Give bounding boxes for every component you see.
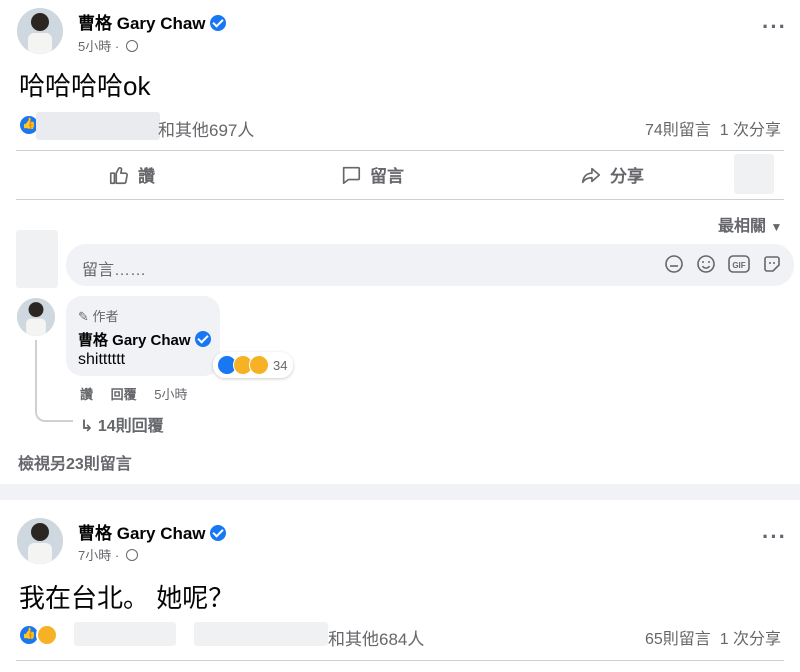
thumbs-up-icon (109, 166, 128, 184)
comment-button[interactable]: 留言 (340, 162, 404, 187)
wow-reaction-icon (249, 355, 269, 375)
author-name-text[interactable]: 曹格 Gary Chaw (78, 14, 206, 33)
redacted-avatar (734, 154, 774, 194)
comments-count[interactable]: 74則留言 (645, 122, 711, 139)
redacted-user-avatar (16, 230, 58, 288)
share-button[interactable]: 分享 (580, 162, 644, 187)
post-text: 我在台北。 她呢？ (19, 583, 235, 613)
author-avatar[interactable] (17, 8, 63, 54)
post-card: 曹格 Gary Chaw 5小時 · ··· 哈哈哈哈ok 和其他697人 74… (0, 0, 800, 484)
comment-reply-button[interactable]: 回覆 (111, 387, 137, 402)
comment-icon (342, 166, 361, 184)
comment-reactions[interactable]: 34 (213, 352, 294, 378)
shares-count[interactable]: 1 次分享 (720, 631, 781, 648)
more-options-icon[interactable]: ··· (762, 524, 787, 550)
comment-bubble: ✎ 作者 曹格 Gary Chaw shitttttt (66, 296, 220, 376)
more-options-icon[interactable]: ··· (762, 14, 787, 40)
care-reaction-icon[interactable] (36, 624, 58, 646)
svg-text:GIF: GIF (732, 261, 745, 270)
pencil-icon: ✎ (78, 309, 89, 324)
author-name[interactable]: 曹格 Gary Chaw (78, 9, 226, 34)
view-more-comments-button[interactable]: 檢視另23則留言 (18, 450, 132, 474)
post-card: 曹格 Gary Chaw 7小時 · ··· 我在台北。 她呢？ 和其他684人… (0, 500, 800, 672)
divider (16, 660, 784, 661)
comment-sort-dropdown[interactable]: 最相關 ▼ (718, 212, 782, 236)
caret-down-icon: ▼ (770, 220, 783, 234)
author-tag-label: 作者 (92, 309, 119, 324)
comment-reactions-count: 34 (273, 357, 288, 373)
share-label: 分享 (610, 167, 644, 186)
comment-label: 留言 (370, 167, 404, 186)
like-button[interactable]: 讚 (108, 162, 155, 187)
globe-icon (125, 40, 138, 52)
post-time[interactable]: 7小時 (78, 548, 111, 563)
author-avatar[interactable] (17, 518, 63, 564)
reaction-summary[interactable]: 和其他684人 (328, 625, 424, 650)
redacted-names (36, 112, 160, 140)
replies-count: 14則回覆 (97, 418, 164, 435)
view-replies-button[interactable]: ↳ 14則回覆 (80, 412, 164, 436)
sticker-face-icon[interactable] (664, 254, 684, 274)
comment-author-text[interactable]: 曹格 Gary Chaw (78, 332, 191, 349)
comment-text: shitttttt (78, 351, 126, 368)
reply-arrow-icon: ↳ (80, 418, 94, 435)
verified-badge-icon (194, 331, 211, 347)
post-meta: 7小時 · (78, 545, 138, 564)
author-name[interactable]: 曹格 Gary Chaw (78, 519, 226, 544)
emoji-icon[interactable] (696, 254, 716, 274)
comment-placeholder: 留言…… (82, 262, 147, 279)
redacted-names (194, 622, 328, 646)
sticker-icon[interactable] (762, 254, 782, 274)
gif-icon[interactable]: GIF (728, 254, 750, 274)
verified-badge-icon (209, 15, 226, 31)
divider (16, 199, 784, 200)
verified-badge-icon (209, 525, 226, 541)
comment-actions: 讚 回覆 5小時 (80, 384, 202, 403)
comments-count[interactable]: 65則留言 (645, 631, 711, 648)
comment-author[interactable]: 曹格 Gary Chaw (78, 329, 211, 350)
redacted-names (74, 622, 176, 646)
divider (16, 150, 784, 151)
comment-input[interactable]: 留言…… GIF (66, 244, 794, 286)
like-label: 讚 (138, 167, 155, 186)
globe-icon (125, 549, 138, 561)
author-name-text[interactable]: 曹格 Gary Chaw (78, 524, 206, 543)
post-text: 哈哈哈哈ok (19, 71, 151, 101)
comment-time[interactable]: 5小時 (154, 387, 187, 402)
sort-label: 最相關 (718, 218, 767, 235)
comment-like-button[interactable]: 讚 (80, 387, 93, 402)
author-tag: ✎ 作者 (78, 306, 119, 325)
post-time[interactable]: 5小時 (78, 39, 111, 54)
commenter-avatar[interactable] (17, 298, 55, 336)
post-meta: 5小時 · (78, 36, 138, 55)
shares-count[interactable]: 1 次分享 (720, 122, 781, 139)
post-counts: 65則留言 1 次分享 (645, 625, 781, 649)
share-arrow-icon (581, 167, 601, 183)
post-counts: 74則留言 1 次分享 (645, 116, 781, 140)
reaction-summary[interactable]: 和其他697人 (158, 116, 254, 141)
